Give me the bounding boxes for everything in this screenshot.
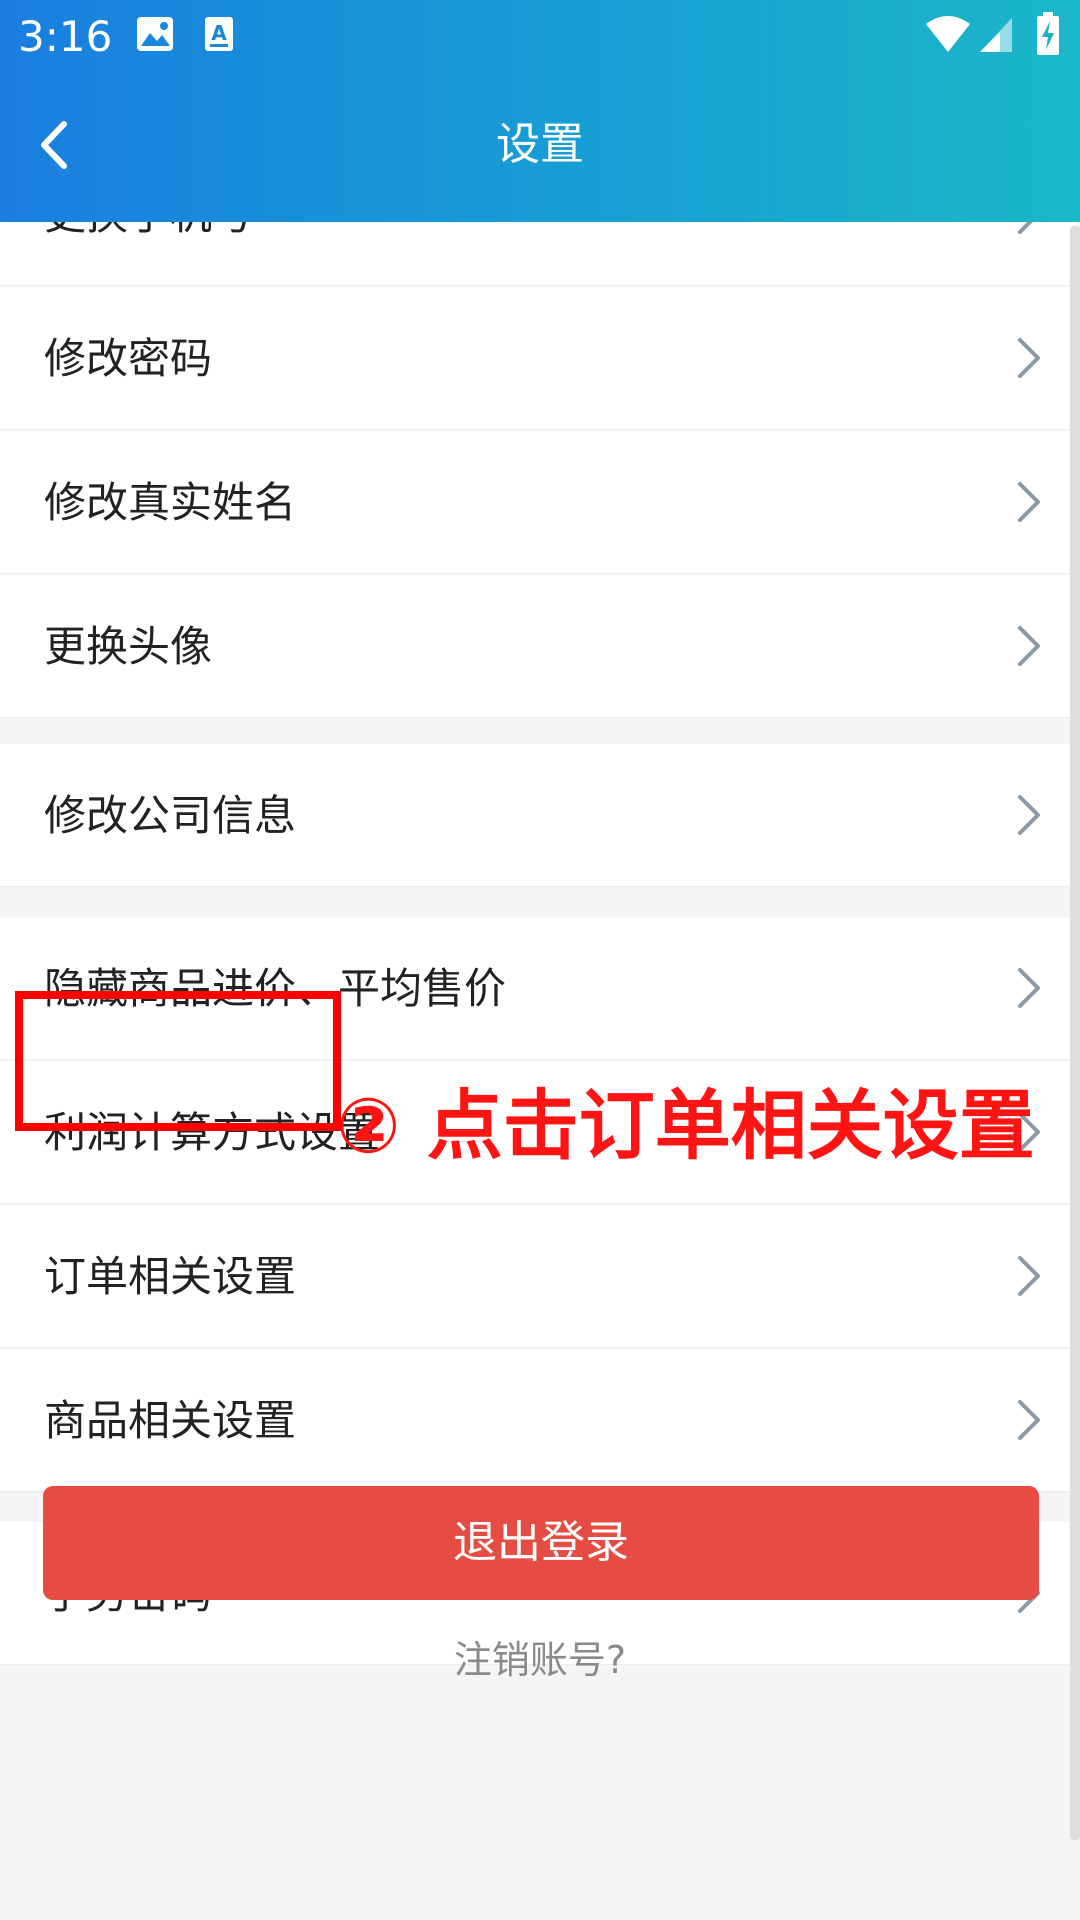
chevron-right-icon (1018, 968, 1040, 1008)
settings-item-label: 修改公司信息 (44, 791, 297, 840)
settings-item-product-settings[interactable]: 商品相关设置 (0, 1349, 1076, 1492)
settings-item-label: 更换头像 (44, 622, 213, 671)
cancel-account-link[interactable]: 注销账号? (0, 1630, 1080, 1690)
scrollbar[interactable] (1070, 226, 1080, 1840)
chevron-right-icon (1018, 795, 1040, 835)
settings-item-order-settings[interactable]: 订单相关设置 (0, 1205, 1076, 1348)
settings-item-change-real-name[interactable]: 修改真实姓名 (0, 431, 1076, 574)
battery-charging-icon (1037, 12, 1059, 55)
wifi-icon (926, 16, 970, 52)
page-title: 设置 (496, 119, 584, 170)
chevron-right-icon (1018, 338, 1040, 378)
font-a-icon: A (205, 17, 233, 51)
chevron-right-icon (1018, 1400, 1040, 1440)
status-bar: 3:16 A (0, 0, 1080, 74)
tutorial-annotation: ② 点击订单相关设置 (336, 1081, 1035, 1170)
settings-item-change-password[interactable]: 修改密码 (0, 287, 1076, 430)
cell-signal-icon (980, 18, 1012, 52)
settings-item-change-phone[interactable]: 更换手机号 (0, 222, 1076, 286)
tutorial-highlight-box (15, 991, 341, 1131)
settings-item-label: 修改真实姓名 (44, 478, 297, 527)
status-time: 3:16 (18, 12, 113, 61)
image-icon (137, 17, 173, 51)
settings-item-label: 订单相关设置 (44, 1252, 297, 1301)
settings-item-label: 更换手机号 (44, 222, 254, 286)
chevron-right-icon (1018, 626, 1040, 666)
logout-button[interactable]: 退出登录 (43, 1486, 1039, 1600)
settings-item-change-avatar[interactable]: 更换头像 (0, 575, 1076, 718)
settings-item-label: 商品相关设置 (44, 1396, 297, 1445)
svg-text:A: A (211, 21, 227, 45)
chevron-right-icon (1018, 222, 1033, 234)
settings-item-label: 修改密码 (44, 334, 213, 383)
chevron-right-icon (1018, 1256, 1040, 1296)
settings-item-company-info[interactable]: 修改公司信息 (0, 744, 1076, 887)
app-header: 3:16 A 设置 (0, 0, 1080, 222)
chevron-right-icon (1018, 482, 1040, 522)
